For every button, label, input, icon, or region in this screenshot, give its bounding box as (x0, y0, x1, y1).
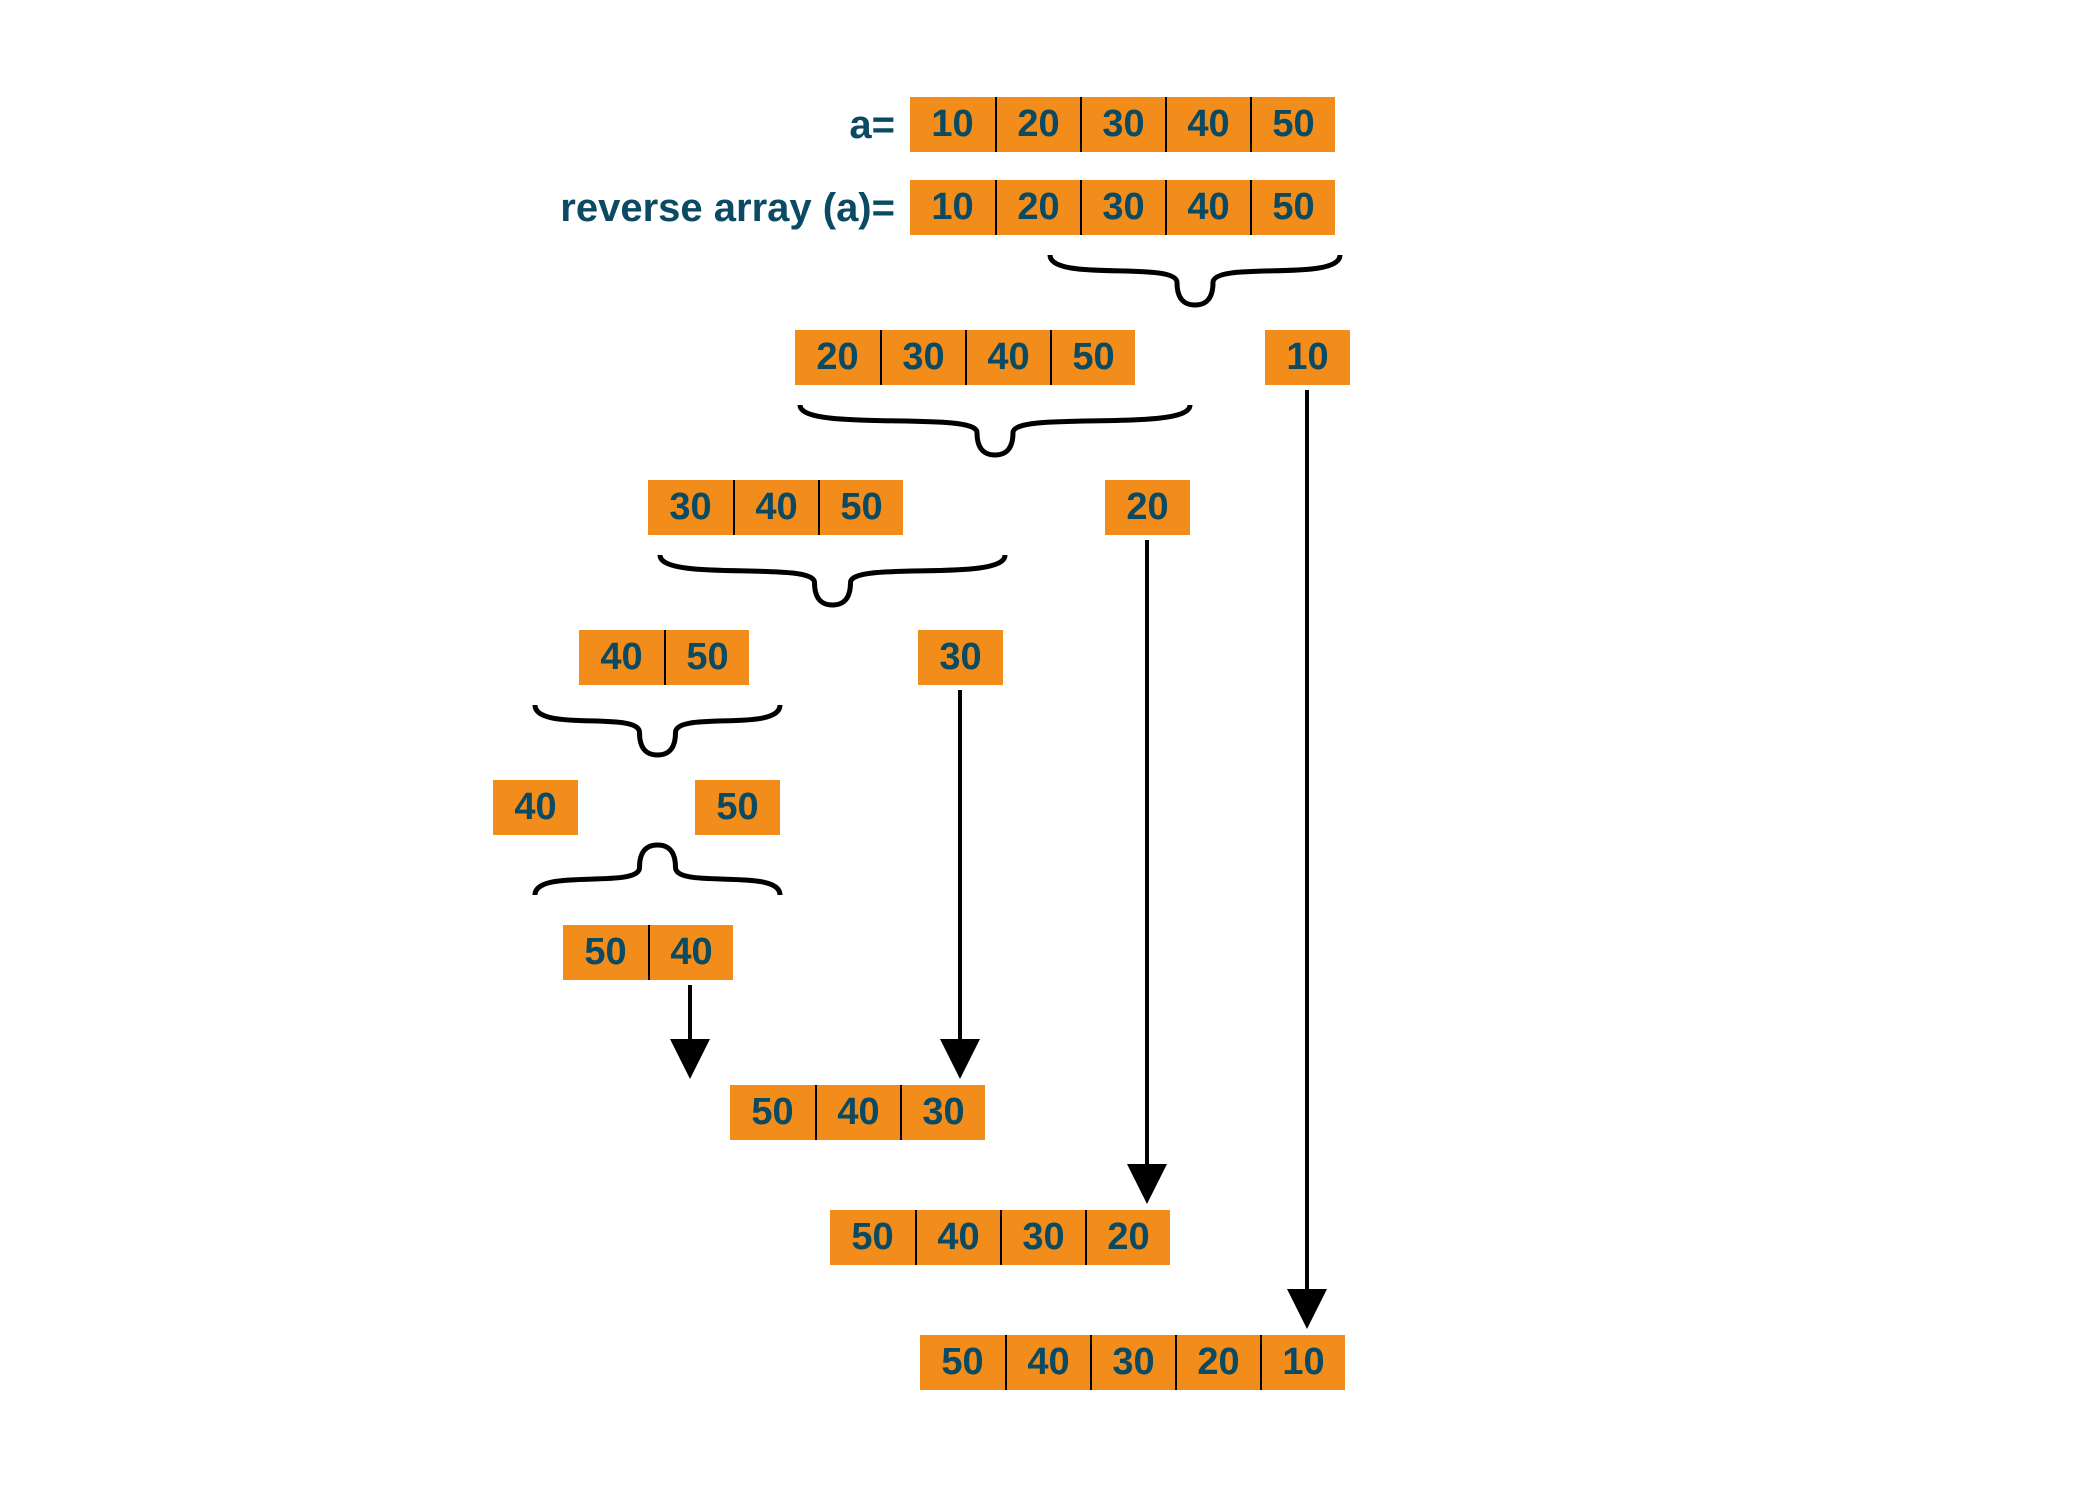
label-a: a= (849, 103, 895, 148)
cell: 40 (1005, 1335, 1090, 1390)
array-r1: 10 (1265, 330, 1350, 385)
cell: 10 (910, 180, 995, 235)
cell: 20 (795, 330, 880, 385)
cell: 20 (1085, 1210, 1170, 1265)
array-r2: 20 (1105, 480, 1190, 535)
cell: 30 (648, 480, 733, 535)
cell: 20 (995, 180, 1080, 235)
array-m3: 50403020 (830, 1210, 1170, 1265)
cell: 40 (648, 925, 733, 980)
cell: 40 (1165, 180, 1250, 235)
cell: 30 (918, 630, 1003, 685)
array-l3: 4050 (579, 630, 749, 685)
cell: 40 (493, 780, 578, 835)
cell: 20 (1175, 1335, 1260, 1390)
cell: 50 (695, 780, 780, 835)
cell: 30 (1090, 1335, 1175, 1390)
cell: 50 (1250, 180, 1335, 235)
array-r3: 30 (918, 630, 1003, 685)
cell: 10 (910, 97, 995, 152)
array-a: 1020304050 (910, 97, 1335, 152)
array-l2: 304050 (648, 480, 903, 535)
cell: 50 (1250, 97, 1335, 152)
cell: 40 (815, 1085, 900, 1140)
cell: 40 (1165, 97, 1250, 152)
array-l4a: 40 (493, 780, 578, 835)
brace (535, 705, 780, 755)
array-l1: 20304050 (795, 330, 1135, 385)
cell: 40 (915, 1210, 1000, 1265)
cell: 40 (579, 630, 664, 685)
label-reverse-array: reverse array (a)= (560, 186, 895, 231)
cell: 30 (1000, 1210, 1085, 1265)
cell: 20 (1105, 480, 1190, 535)
array-m1: 5040 (563, 925, 733, 980)
cell: 50 (818, 480, 903, 535)
cell: 50 (830, 1210, 915, 1265)
cell: 40 (965, 330, 1050, 385)
cell: 30 (1080, 180, 1165, 235)
brace (800, 405, 1190, 455)
brace (1050, 255, 1340, 305)
brace (535, 845, 780, 895)
cell: 30 (1080, 97, 1165, 152)
cell: 50 (1050, 330, 1135, 385)
cell: 50 (920, 1335, 1005, 1390)
cell: 40 (733, 480, 818, 535)
cell: 50 (563, 925, 648, 980)
cell: 50 (730, 1085, 815, 1140)
cell: 10 (1265, 330, 1350, 385)
brace (660, 555, 1005, 605)
cell: 50 (664, 630, 749, 685)
cell: 20 (995, 97, 1080, 152)
array-m2: 504030 (730, 1085, 985, 1140)
array-m4: 5040302010 (920, 1335, 1345, 1390)
cell: 30 (900, 1085, 985, 1140)
cell: 30 (880, 330, 965, 385)
cell: 10 (1260, 1335, 1345, 1390)
array-ra: 1020304050 (910, 180, 1335, 235)
diagram-stage: a= reverse array (a)= 102030405010203040… (0, 0, 2100, 1500)
array-l4b: 50 (695, 780, 780, 835)
